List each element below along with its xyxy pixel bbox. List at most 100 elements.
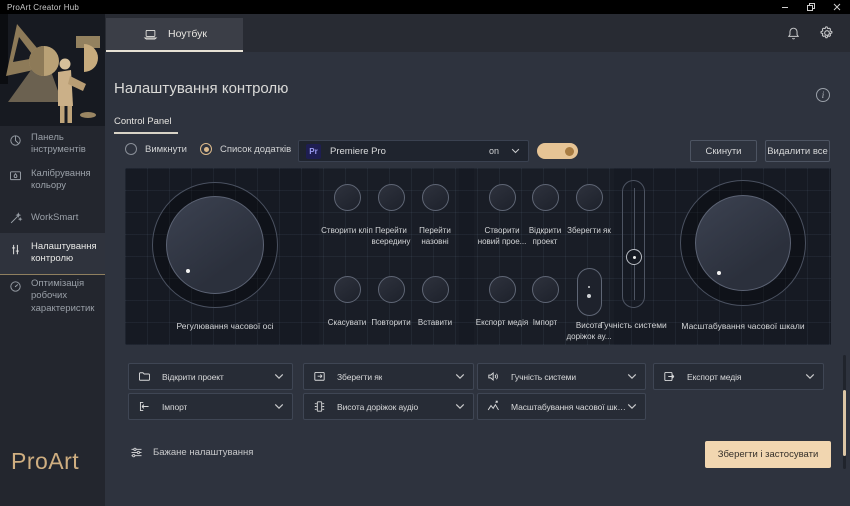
dial-indicator-dot — [186, 269, 190, 273]
chevron-down-icon — [805, 373, 815, 380]
fader-rail — [634, 188, 635, 300]
assignment-label: Гучність системи — [511, 372, 576, 382]
assignment-label: Зберегти як — [337, 372, 382, 382]
radio-app-list[interactable]: Список додатків — [200, 143, 291, 155]
chevron-down-icon — [274, 403, 284, 410]
assignment-label: Імпорт — [162, 402, 187, 412]
assignment-dropdown-system-volume[interactable]: Гучність системи — [477, 363, 646, 390]
proart-artwork — [0, 14, 105, 126]
proart-logo: ProArt — [11, 448, 79, 475]
control-panel-board: Регулювання часової осі Масштабування ча… — [125, 168, 831, 345]
window-titlebar: ProArt Creator Hub — [0, 0, 850, 14]
window-restore-button[interactable] — [798, 0, 824, 14]
assignment-dropdown-import[interactable]: Імпорт — [128, 393, 293, 420]
right-dial-label: Масштабування часової шкали — [643, 321, 831, 331]
laptop-icon — [142, 27, 159, 42]
panel-knob-button[interactable] — [489, 276, 516, 303]
reset-button[interactable]: Скинути — [690, 140, 757, 162]
panel-knob-button[interactable] — [334, 184, 361, 211]
zoom-timeline-icon — [486, 399, 502, 414]
save-as-icon — [312, 369, 328, 384]
app-enabled-toggle[interactable] — [537, 143, 578, 159]
preferred-settings-link[interactable]: Бажане налаштування — [129, 445, 253, 460]
chevron-down-icon — [627, 403, 637, 410]
panel-button-cell: Перейти назовні — [407, 184, 463, 248]
fader-knob[interactable] — [626, 249, 642, 265]
sidebar-item-color-calibration[interactable]: Калібрування кольору — [0, 164, 105, 197]
left-dial-label: Регулювання часової осі — [125, 321, 325, 331]
sidebar-item-label: Панель інструментів — [31, 132, 99, 157]
sidebar-item-label: Налаштування контролю — [31, 241, 99, 266]
system-volume-fader[interactable] — [622, 180, 645, 308]
radio-app-list-label: Список додатків — [220, 144, 291, 155]
radio-disable[interactable]: Вимкнути — [125, 143, 187, 155]
assignment-dropdown-open-project[interactable]: Відкрити проект — [128, 363, 293, 390]
assignment-label: Експорт медія — [687, 372, 741, 382]
sliders-icon — [8, 242, 24, 257]
folder-icon — [137, 369, 153, 384]
panel-button-label: Зберегти як — [561, 226, 617, 237]
panel-knob-button[interactable] — [378, 276, 405, 303]
window-minimize-button[interactable] — [772, 0, 798, 14]
info-icon[interactable]: i — [816, 88, 830, 102]
assignment-label: Висота доріжок аудіо — [337, 402, 418, 412]
gear-icon[interactable] — [818, 24, 836, 42]
delete-all-button[interactable]: Видалити все — [765, 140, 830, 162]
premiere-pro-icon: Pr — [306, 144, 321, 159]
monitor-droplet-icon — [8, 169, 24, 184]
panel-knob-button[interactable] — [422, 184, 449, 211]
sidebar-item-performance-optimization[interactable]: Оптимізація робочих характеристик — [0, 274, 105, 319]
assignment-dropdown-timeline-zoom[interactable]: Масштабування часової шкали — [477, 393, 646, 420]
panel-knob-button[interactable] — [378, 184, 405, 211]
chevron-down-icon — [511, 148, 520, 154]
radio-disable-label: Вимкнути — [145, 144, 187, 155]
page-title: Налаштування контролю — [114, 80, 288, 97]
scrollbar-thumb[interactable] — [843, 390, 846, 456]
main-area: Ноутбук Налаштування контролю i Control … — [105, 14, 850, 506]
pie-chart-icon — [8, 133, 24, 148]
panel-knob-button[interactable] — [334, 276, 361, 303]
preferred-settings-label: Бажане налаштування — [153, 447, 253, 458]
assignment-label: Масштабування часової шкали — [511, 402, 627, 412]
sidebar-item-dashboard[interactable]: Панель інструментів — [0, 128, 105, 161]
assignment-dropdown-save-as[interactable]: Зберегти як — [303, 363, 474, 390]
panel-knob-button[interactable] — [532, 184, 559, 211]
track-height-icon — [312, 399, 328, 414]
sidebar-item-label: WorkSmart — [31, 212, 78, 224]
assignment-dropdown-export-media[interactable]: Експорт медія — [653, 363, 824, 390]
chevron-down-icon — [627, 373, 637, 380]
dial-indicator-dot — [717, 271, 721, 275]
window-title: ProArt Creator Hub — [7, 3, 79, 12]
assignment-label: Відкрити проект — [162, 372, 224, 382]
sidebar-item-control-settings[interactable]: Налаштування контролю — [0, 233, 105, 275]
gauge-icon — [8, 279, 24, 294]
app-select-value: Premiere Pro — [330, 146, 386, 157]
panel-button-cell: Вставити — [407, 276, 463, 329]
vertical-scrollbar — [843, 355, 846, 469]
radio-circle-icon — [125, 143, 137, 155]
radio-circle-icon — [200, 143, 212, 155]
timeline-scrub-dial[interactable] — [152, 182, 278, 308]
volume-fader-label: Гучність системи — [597, 320, 670, 332]
sidebar-item-label: Калібрування кольору — [31, 168, 99, 193]
tab-laptop[interactable]: Ноутбук — [106, 18, 243, 52]
window-close-button[interactable] — [824, 0, 850, 14]
timeline-zoom-dial[interactable] — [680, 180, 806, 306]
panel-knob-button[interactable] — [422, 276, 449, 303]
sidebar-item-label: Оптимізація робочих характеристик — [31, 278, 99, 315]
tab-control-panel[interactable]: Control Panel — [114, 116, 178, 134]
filter-sliders-icon — [129, 445, 144, 460]
panel-knob-button[interactable] — [489, 184, 516, 211]
wand-icon — [8, 211, 24, 226]
bell-icon[interactable] — [785, 25, 802, 42]
sidebar-item-worksmart[interactable]: WorkSmart — [0, 206, 105, 230]
export-icon — [662, 369, 678, 384]
save-and-apply-button[interactable]: Зберегти і застосувати — [705, 441, 831, 468]
proart-creator-hub-window: ProArt Creator Hub — [0, 0, 850, 506]
panel-knob-button[interactable] — [576, 184, 603, 211]
chevron-down-icon — [455, 373, 465, 380]
panel-knob-button[interactable] — [532, 276, 559, 303]
track-height-slider[interactable] — [577, 268, 602, 316]
assignment-dropdown-track-height[interactable]: Висота доріжок аудіо — [303, 393, 474, 420]
app-select-dropdown[interactable]: Pr Premiere Pro on — [298, 140, 529, 162]
